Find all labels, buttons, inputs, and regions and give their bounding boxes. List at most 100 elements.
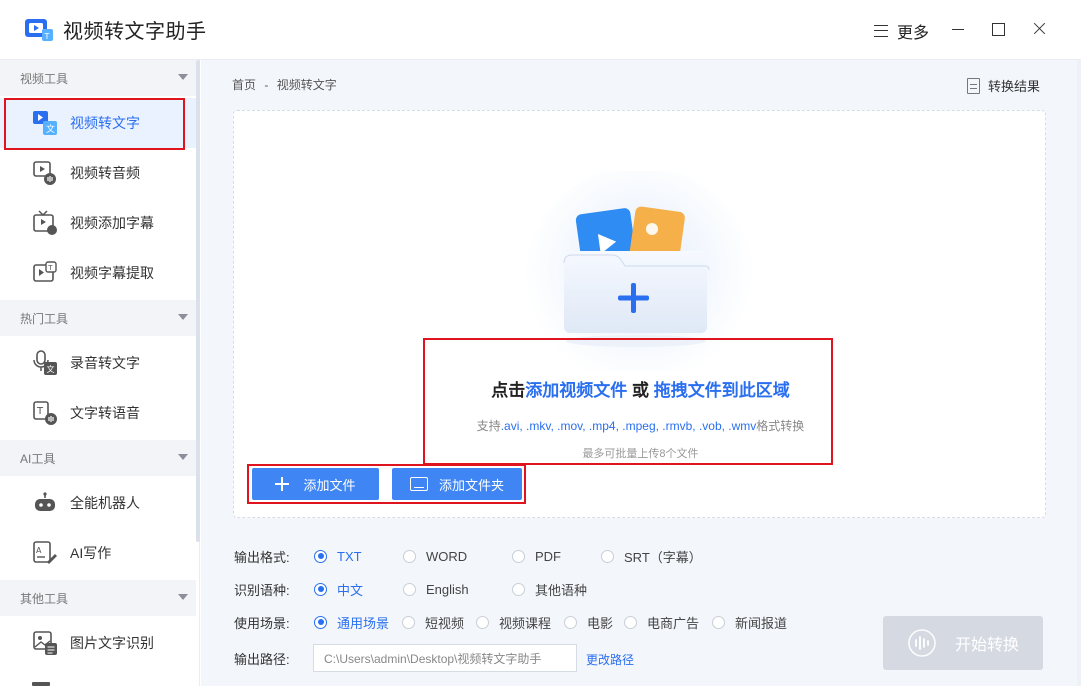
sidebar-item-ai-write[interactable]: A AI写作: [0, 528, 196, 578]
scene-radio-general[interactable]: 通用场景: [314, 613, 402, 632]
formats-list: .avi, .mkv, .mov, .mp4, .mpeg, .rmvb, .v…: [500, 419, 757, 433]
plus-icon: [275, 477, 290, 491]
minimize-button[interactable]: [947, 18, 969, 40]
conversion-results-button[interactable]: 转换结果: [967, 76, 1040, 95]
change-path-link[interactable]: 更改路径: [586, 651, 634, 668]
folder-icon: [409, 477, 428, 491]
svg-text:T: T: [47, 264, 53, 272]
sidebar: 视频工具 文 视频转文字 视频转音频 视频添加字幕 T 视频字幕提取 热门工具 …: [0, 60, 200, 686]
sidebar-item-image-ocr[interactable]: 图片文字识别: [0, 618, 196, 668]
format-radio-txt[interactable]: TXT: [314, 549, 403, 564]
svg-text:T: T: [36, 406, 44, 417]
app-title: 视频转文字助手: [63, 21, 207, 43]
section-header-other-tools[interactable]: 其他工具: [0, 580, 196, 616]
section-title: 热门工具: [20, 311, 69, 326]
scene-radio-short-video[interactable]: 短视频: [402, 613, 476, 632]
format-radio-srt[interactable]: SRT（字幕）: [601, 547, 702, 566]
radio-label: 短视频: [425, 615, 465, 631]
radio-label: 视频课程: [499, 615, 552, 631]
svg-text:文: 文: [47, 364, 55, 374]
app-logo-icon: T: [25, 19, 53, 41]
close-button[interactable]: [1029, 18, 1051, 40]
radio-label: 电商广告: [647, 615, 700, 631]
caret-down-icon: [178, 74, 188, 80]
mic-text-icon: 文: [33, 350, 57, 375]
sidebar-scrollbar[interactable]: [196, 60, 200, 542]
sidebar-item-video-add-subtitle[interactable]: 视频添加字幕: [0, 198, 196, 248]
scene-radio-course[interactable]: 视频课程: [476, 613, 564, 632]
add-folder-button[interactable]: 添加文件夹: [392, 468, 522, 500]
more-menu-button[interactable]: 更多: [874, 20, 929, 42]
sidebar-item-video-to-text[interactable]: 文 视频转文字: [0, 98, 196, 148]
language-radio-other[interactable]: 其他语种: [512, 580, 587, 599]
sidebar-item-text-to-speech[interactable]: T 文字转语音: [0, 388, 196, 438]
scene-radio-news[interactable]: 新闻报道: [712, 613, 787, 632]
text-to-speech-icon: T: [33, 401, 57, 425]
svg-text:文: 文: [46, 123, 55, 135]
sidebar-item-robot[interactable]: 全能机器人: [0, 478, 196, 528]
supported-formats-text: 支持.avi, .mkv, .mov, .mp4, .mpeg, .rmvb, …: [424, 417, 857, 434]
start-convert-button[interactable]: 开始转换: [883, 616, 1043, 670]
sidebar-item-label: 全能机器人: [70, 495, 140, 511]
radio-label: PDF: [535, 548, 561, 564]
radio-dot: [314, 582, 327, 596]
video-add-subtitle-icon: [33, 210, 57, 235]
drop-title-or: 或: [627, 381, 654, 400]
radio-dot: [712, 615, 725, 629]
language-radio-english[interactable]: English: [403, 582, 512, 597]
radio-dot: [403, 582, 416, 596]
breadcrumb: 首页 - 视频转文字: [232, 76, 342, 93]
add-file-label: 添加文件: [303, 477, 356, 493]
section-title: 视频工具: [20, 71, 69, 86]
section-header-video-tools[interactable]: 视频工具: [0, 60, 196, 96]
radio-dot: [564, 615, 577, 629]
radio-dot: [624, 615, 637, 629]
format-radio-word[interactable]: WORD: [403, 549, 512, 564]
drop-title-prefix: 点击: [491, 381, 526, 400]
sidebar-item-label: 录音转文字: [70, 355, 140, 371]
sidebar-item-label: 文字转语音: [70, 405, 140, 421]
add-file-button[interactable]: 添加文件: [252, 468, 379, 500]
file-drop-zone[interactable]: 点击添加视频文件 或 拖拽文件到此区域 支持.avi, .mkv, .mov, …: [233, 110, 1046, 518]
maximize-button[interactable]: [987, 18, 1009, 40]
radio-dot: [476, 615, 489, 629]
breadcrumb-home[interactable]: 首页: [232, 78, 256, 92]
ai-write-icon: A: [33, 541, 57, 564]
scene-radio-movie[interactable]: 电影: [564, 613, 624, 632]
section-title: AI工具: [20, 451, 56, 466]
radio-dot: [402, 615, 415, 629]
section-header-ai-tools[interactable]: AI工具: [0, 440, 196, 476]
radio-dot: [512, 549, 525, 563]
language-row: 识别语种: 中文 English 其他语种: [234, 578, 587, 600]
section-title: 其他工具: [20, 591, 69, 606]
robot-icon: [35, 492, 55, 511]
more-label: 更多: [897, 25, 930, 42]
format-radio-pdf[interactable]: PDF: [512, 549, 601, 564]
radio-label: 中文: [337, 582, 364, 598]
caret-down-icon: [178, 594, 188, 600]
radio-label: English: [426, 581, 469, 597]
sidebar-item-subtitle-extract[interactable]: T 视频字幕提取: [0, 248, 196, 298]
svg-text:T: T: [44, 32, 50, 41]
folder-upload-illustration-icon: [524, 171, 754, 371]
sidebar-item-label: 视频转文字: [70, 115, 140, 131]
breadcrumb-current: 视频转文字: [276, 78, 337, 92]
output-path-input[interactable]: [313, 644, 577, 672]
conversion-results-label: 转换结果: [988, 79, 1041, 94]
drop-zone-title: 点击添加视频文件 或 拖拽文件到此区域: [424, 376, 857, 401]
scene-radio-ecommerce[interactable]: 电商广告: [624, 613, 712, 632]
add-video-file-link[interactable]: 添加视频文件: [525, 381, 627, 400]
radio-dot: [512, 582, 525, 596]
radio-label: TXT: [337, 548, 362, 564]
scene-row: 使用场景: 通用场景 短视频 视频课程 电影 电商广告 新闻报道: [234, 611, 787, 633]
radio-dot: [601, 549, 614, 563]
section-header-hot-tools[interactable]: 热门工具: [0, 300, 196, 336]
language-radio-chinese[interactable]: 中文: [314, 580, 403, 599]
sidebar-item-video-to-audio[interactable]: 视频转音频: [0, 148, 196, 198]
sidebar-item-label: 视频字幕提取: [70, 265, 154, 281]
document-icon: [967, 77, 980, 94]
sidebar-item-recording-to-text[interactable]: 文 录音转文字: [0, 338, 196, 388]
start-convert-label: 开始转换: [954, 637, 1019, 654]
radio-label: 其他语种: [535, 582, 588, 598]
drag-file-link: 拖拽文件到此区域: [653, 381, 790, 400]
